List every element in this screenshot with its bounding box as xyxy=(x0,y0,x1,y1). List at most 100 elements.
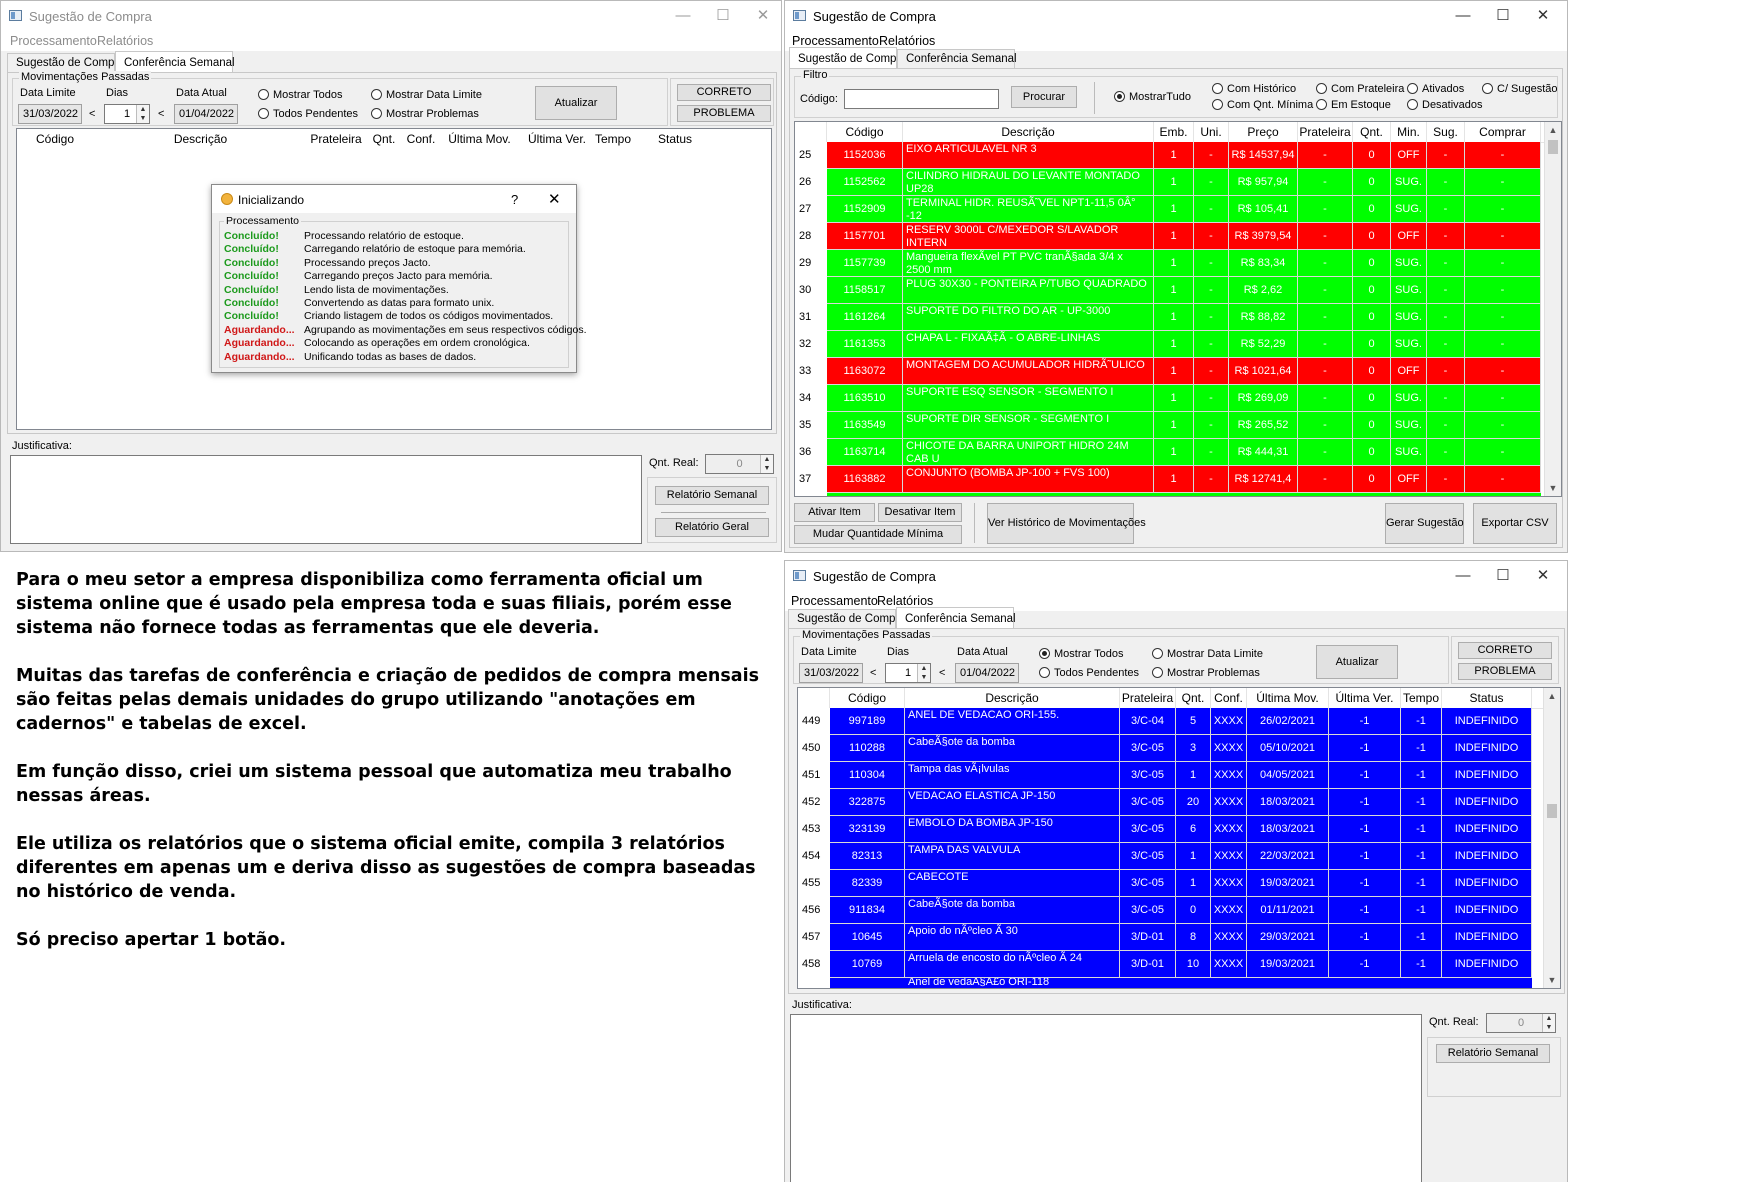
data-atual-field[interactable]: 01/04/2022 xyxy=(955,663,1019,683)
col-codigo[interactable]: Código xyxy=(17,129,93,149)
table-row[interactable]: 456 911834 CabeÃ§ote da bomba 3/C-05 0 XXXX 01… xyxy=(798,897,1544,924)
col-ultima-ver[interactable]: Última Ver. xyxy=(1329,688,1401,708)
tab-sugestao[interactable]: Sugestão de Compra xyxy=(7,53,125,72)
spin-arrows-icon[interactable]: ▲ ▼ xyxy=(760,455,773,473)
table-row[interactable]: 30 1158517 PLUG 30X30 - PONTEIRA P/TUBO QU… xyxy=(795,277,1545,304)
close-icon[interactable]: ✕ xyxy=(1521,5,1565,27)
col-qnt[interactable]: Qnt. xyxy=(364,129,404,149)
radio-com-historico[interactable]: Com Histórico xyxy=(1212,82,1296,95)
col-qnt[interactable]: Qnt. xyxy=(1353,122,1391,142)
col-ultima-mov[interactable]: Última Mov. xyxy=(1247,688,1329,708)
table-row[interactable]: 32 1161353 CHAPA L - FIXAÃ‡Ã - O ABRE-LINH… xyxy=(795,331,1545,358)
table-row[interactable]: 26 1152562 CILINDRO HIDRAUL DO LEVANTE MON… xyxy=(795,169,1545,196)
help-icon[interactable]: ? xyxy=(511,192,518,207)
scroll-thumb[interactable] xyxy=(1547,804,1557,818)
minimize-icon[interactable]: — xyxy=(661,5,705,27)
vertical-scrollbar[interactable]: ▲ ▼ xyxy=(1544,122,1561,496)
close-icon[interactable]: ✕ xyxy=(1521,565,1565,587)
menu-processamento[interactable]: Processamento xyxy=(792,34,879,48)
menu-relatorios[interactable]: Relatórios xyxy=(879,34,935,48)
col-codigo[interactable]: Código xyxy=(830,688,905,708)
close-icon[interactable]: ✕ xyxy=(741,5,781,27)
col-ultima-mov[interactable]: Última Mov. xyxy=(438,129,521,149)
table-row[interactable]: 455 82339 CABECOTE 3/C-05 1 XXXX 19/03/2021 -1-… xyxy=(798,870,1544,897)
data-atual-field[interactable]: 01/04/2022 xyxy=(174,104,238,124)
table-row[interactable]: 36 1163714 CHICOTE DA BARRA UNIPORT HIDRO … xyxy=(795,439,1545,466)
table-row[interactable]: 35 1163549 SUPORTE DIR SENSOR - SEGMENTO I… xyxy=(795,412,1545,439)
tab-conferencia[interactable]: Conferência Semanal xyxy=(897,49,1017,68)
radio-mostrar-problemas[interactable]: Mostrar Problemas xyxy=(371,107,479,120)
problema-button[interactable]: PROBLEMA xyxy=(1458,663,1552,680)
scroll-down-icon[interactable]: ▼ xyxy=(1544,972,1560,988)
spin-arrows-icon[interactable]: ▲ ▼ xyxy=(917,664,930,682)
col-sug[interactable]: Sug. xyxy=(1427,122,1465,142)
col-tempo[interactable]: Tempo xyxy=(1401,688,1442,708)
data-limite-field[interactable]: 31/03/2022 xyxy=(799,663,863,683)
procurar-button[interactable]: Procurar xyxy=(1011,86,1077,108)
radio-mostrar-problemas[interactable]: Mostrar Problemas xyxy=(1152,666,1260,679)
col-preco[interactable]: Preço xyxy=(1229,122,1298,142)
col-emb[interactable]: Emb. xyxy=(1154,122,1194,142)
minimize-icon[interactable]: — xyxy=(1441,565,1485,587)
col-tempo[interactable]: Tempo xyxy=(593,129,633,149)
menu-relatorios[interactable]: Relatórios xyxy=(877,594,933,608)
desativar-item-button[interactable]: Desativar Item xyxy=(878,503,962,522)
radio-mostrar-todos[interactable]: Mostrar Todos xyxy=(258,88,343,101)
minimize-icon[interactable]: — xyxy=(1441,5,1485,27)
col-comprar[interactable]: Comprar xyxy=(1465,122,1541,142)
menu-processamento[interactable]: Processamento xyxy=(791,594,878,608)
table-row[interactable]: 33 1163072 MONTAGEM DO ACUMULADOR HIDRÃ˜UL… xyxy=(795,358,1545,385)
table-row[interactable]: 457 10645 Apoio do nÃºcleo Ã 30 3/D-01 8 XXXX… xyxy=(798,924,1544,951)
close-icon[interactable]: ✕ xyxy=(548,190,561,208)
radio-todos-pendentes[interactable]: Todos Pendentes xyxy=(258,107,358,120)
dias-spinbox[interactable]: 1 ▲ ▼ xyxy=(104,104,150,124)
col-conf[interactable]: Conf. xyxy=(404,129,438,149)
col-descricao[interactable]: Descrição xyxy=(903,122,1154,142)
qnt-real-spinbox[interactable]: 0 ▲ ▼ xyxy=(1486,1013,1556,1033)
radio-mostrar-data-limite[interactable]: Mostrar Data Limite xyxy=(1152,647,1263,660)
ativar-item-button[interactable]: Ativar Item xyxy=(794,503,875,522)
relatorio-semanal-button[interactable]: Relatório Semanal xyxy=(655,486,769,505)
codigo-input[interactable] xyxy=(844,89,999,109)
spin-arrows-icon[interactable]: ▲ ▼ xyxy=(136,105,149,123)
scroll-down-icon[interactable]: ▼ xyxy=(1545,480,1561,496)
scroll-up-icon[interactable]: ▲ xyxy=(1544,688,1560,704)
qnt-real-spinbox[interactable]: 0 ▲ ▼ xyxy=(705,454,774,474)
problema-button[interactable]: PROBLEMA xyxy=(677,105,771,122)
menu-relatorios[interactable]: Relatórios xyxy=(97,34,153,48)
exportar-csv-button[interactable]: Exportar CSV xyxy=(1473,503,1557,544)
table-row[interactable]: 453 323139 EMBOLO DA BOMBA JP-150 3/C-05 6 XX… xyxy=(798,816,1544,843)
col-prateleira[interactable]: Prateleira xyxy=(1120,688,1176,708)
justificativa-textarea[interactable] xyxy=(790,1014,1422,1182)
conferencia-table[interactable]: Código Descrição Prateleira Qnt. Conf. Ú… xyxy=(797,687,1561,989)
radio-desativados[interactable]: Desativados xyxy=(1407,98,1483,111)
col-descricao[interactable]: Descrição xyxy=(905,688,1120,708)
col-uni[interactable]: Uni. xyxy=(1194,122,1229,142)
table-row[interactable]: 454 82313 TAMPA DAS VALVULA 3/C-05 1 XXXX 22/0… xyxy=(798,843,1544,870)
tab-conferencia[interactable]: Conferência Semanal xyxy=(115,51,235,73)
ver-historico-button[interactable]: Ver Histórico de Movimentações xyxy=(987,503,1146,544)
radio-c-sugestao[interactable]: C/ Sugestão xyxy=(1482,82,1558,95)
relatorio-semanal-button[interactable]: Relatório Semanal xyxy=(1436,1044,1550,1063)
table-row[interactable]: 25 1152036 EIXO ARTICULAVEL NR 3 1- R$ 14537… xyxy=(795,142,1545,169)
tab-conferencia[interactable]: Conferência Semanal xyxy=(896,607,1016,629)
table-row[interactable]: 28 1157701 RESERV 3000L C/MEXEDOR S/LAVADO… xyxy=(795,223,1545,250)
menu-processamento[interactable]: Processamento xyxy=(10,34,97,48)
mudar-quantidade-minima-button[interactable]: Mudar Quantidade Mínima xyxy=(794,525,962,544)
scroll-up-icon[interactable]: ▲ xyxy=(1545,122,1561,138)
relatorio-geral-button[interactable]: Relatório Geral xyxy=(655,518,769,537)
col-ultima-ver[interactable]: Última Ver. xyxy=(521,129,593,149)
col-codigo[interactable]: Código xyxy=(827,122,903,142)
tab-sugestao[interactable]: Sugestão de Compra xyxy=(789,47,907,69)
table-row[interactable]: 27 1152909 TERMINAL HIDR. REUSÃ˜VEL NPT1-1… xyxy=(795,196,1545,223)
table-row[interactable]: 458 10769 Arruela de encosto do nÃºcleo Ã … xyxy=(798,951,1544,978)
col-descricao[interactable]: Descrição xyxy=(93,129,308,149)
radio-mostrar-data-limite[interactable]: Mostrar Data Limite xyxy=(371,88,482,101)
vertical-scrollbar[interactable]: ▲ ▼ xyxy=(1543,688,1560,988)
maximize-icon[interactable]: ☐ xyxy=(701,5,745,27)
col-status[interactable]: Status xyxy=(1442,688,1532,708)
maximize-icon[interactable]: ☐ xyxy=(1481,565,1525,587)
radio-com-qnt-minima[interactable]: Com Qnt. Mínima xyxy=(1212,98,1313,111)
col-min[interactable]: Min. xyxy=(1391,122,1427,142)
col-qnt[interactable]: Qnt. xyxy=(1176,688,1211,708)
